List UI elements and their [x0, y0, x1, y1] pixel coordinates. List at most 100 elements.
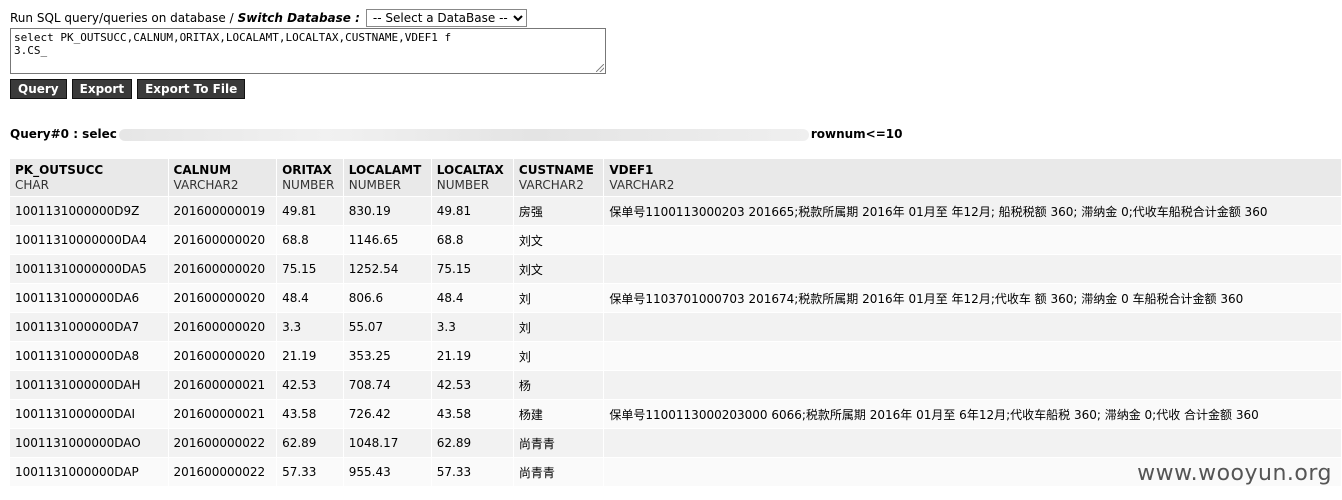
- table-cell: 1001131000000D9Z: [10, 196, 169, 226]
- table-cell: 保单号1100113000203 201665;税款所属期 2016年 01月至…: [603, 196, 1342, 226]
- table-cell: 刘: [513, 341, 605, 371]
- query-info: Query#0 : selec rownum<=10: [10, 127, 902, 141]
- results-table-body: 1001131000000D9Z 201600000019 49.81 830.…: [10, 196, 1342, 486]
- table-row: 1001131000000DA8 201600000020 21.19 353.…: [10, 341, 1342, 371]
- table-cell: 55.07: [343, 312, 432, 342]
- table-cell: 杨: [513, 370, 605, 400]
- table-cell: 21.19: [431, 341, 514, 371]
- watermark: www.wooyun.org: [1137, 461, 1332, 486]
- column-type: VARCHAR2: [518, 178, 584, 192]
- table-cell: 49.81: [276, 196, 344, 226]
- query-info-prefix: Query#0 : selec: [10, 127, 117, 141]
- column-name: ORITAX: [282, 163, 332, 177]
- table-cell: 保单号1103701000703 201674;税款所属期 2016年 01月至…: [603, 283, 1342, 313]
- table-cell: 1001131000000DAI: [10, 399, 169, 429]
- table-cell: 201600000020: [168, 312, 278, 342]
- table-cell: 42.53: [276, 370, 344, 400]
- header-bar: Run SQL query/queries on database / Swit…: [10, 9, 527, 27]
- table-cell: 42.53: [431, 370, 514, 400]
- export-to-file-button[interactable]: Export To File: [137, 79, 246, 99]
- table-cell: 201600000021: [168, 370, 278, 400]
- table-cell: 48.4: [431, 283, 514, 313]
- column-name: CUSTNAME: [518, 163, 594, 177]
- column-header: LOCALAMT NUMBER: [343, 159, 432, 197]
- table-cell: 1001131000000DA7: [10, 312, 169, 342]
- table-cell: 1146.65: [343, 225, 432, 255]
- page: Run SQL query/queries on database / Swit…: [0, 0, 1342, 500]
- table-cell: 1001131000000DA6: [10, 283, 169, 313]
- table-row: 10011310000000DA5 201600000020 75.15 125…: [10, 254, 1342, 284]
- column-type: VARCHAR2: [173, 178, 239, 192]
- column-name: LOCALAMT: [348, 163, 422, 177]
- table-row: 1001131000000DAI 201600000021 43.58 726.…: [10, 399, 1342, 429]
- export-button[interactable]: Export: [71, 79, 133, 99]
- table-row: 1001131000000DAH 201600000021 42.53 708.…: [10, 370, 1342, 400]
- table-cell: 62.89: [431, 428, 514, 458]
- table-cell: 3.3: [431, 312, 514, 342]
- column-type: CHAR: [15, 178, 49, 192]
- table-cell: 刘: [513, 283, 605, 313]
- table-cell: [603, 370, 1342, 400]
- table-cell: 201600000019: [168, 196, 278, 226]
- table-cell: 201600000022: [168, 457, 278, 486]
- column-header: CUSTNAME VARCHAR2: [513, 159, 605, 197]
- table-cell: 57.33: [431, 457, 514, 486]
- table-cell: 刘文: [513, 225, 605, 255]
- table-cell: 房强: [513, 196, 605, 226]
- table-cell: 43.58: [276, 399, 344, 429]
- query-button[interactable]: Query: [10, 79, 67, 99]
- table-cell: 75.15: [276, 254, 344, 284]
- table-cell: 57.33: [276, 457, 344, 486]
- sql-line-1: select PK_OUTSUCC,CALNUM,ORITAX,LOCALAMT…: [14, 31, 452, 44]
- results-table: PK_OUTSUCC CHAR CALNUM VARCHAR2 ORITAX NUMB…: [10, 159, 1342, 486]
- table-cell: 尚青青: [513, 457, 605, 486]
- table-cell: 68.8: [276, 225, 344, 255]
- table-cell: [603, 312, 1342, 342]
- query-info-suffix: rownum<=10: [810, 127, 903, 141]
- table-cell: 43.58: [431, 399, 514, 429]
- table-cell: 1048.17: [343, 428, 432, 458]
- column-header: PK_OUTSUCC CHAR: [10, 159, 169, 197]
- table-cell: 1001131000000DA8: [10, 341, 169, 371]
- column-type: NUMBER: [348, 178, 401, 192]
- table-cell: 201600000020: [168, 225, 278, 255]
- table-cell: [603, 225, 1342, 255]
- table-row: 1001131000000D9Z 201600000019 49.81 830.…: [10, 196, 1342, 226]
- table-row: 1001131000000DA6 201600000020 48.4 806.6…: [10, 283, 1342, 313]
- column-header: CALNUM VARCHAR2: [168, 159, 278, 197]
- table-cell: 1252.54: [343, 254, 432, 284]
- table-cell: 刘文: [513, 254, 605, 284]
- table-cell: 10011310000000DA5: [10, 254, 169, 284]
- table-cell: 尚青青: [513, 428, 605, 458]
- column-name: PK_OUTSUCC: [15, 163, 104, 177]
- action-toolbar: Query Export Export To File: [10, 79, 246, 99]
- column-name: LOCALTAX: [436, 163, 504, 177]
- table-row: 10011310000000DA4 201600000020 68.8 1146…: [10, 225, 1342, 255]
- table-cell: [603, 341, 1342, 371]
- table-cell: 刘: [513, 312, 605, 342]
- column-header: ORITAX NUMBER: [276, 159, 344, 197]
- table-cell: 201600000020: [168, 283, 278, 313]
- sql-query-textarea[interactable]: select PK_OUTSUCC,CALNUM,ORITAX,LOCALAMT…: [10, 28, 606, 74]
- table-row: 1001131000000DA7 201600000020 3.3 55.07 …: [10, 312, 1342, 342]
- switch-database-label: Switch Database :: [237, 11, 360, 25]
- table-cell: 21.19: [276, 341, 344, 371]
- column-header: VDEF1 VARCHAR2: [603, 159, 1342, 197]
- table-cell: 48.4: [276, 283, 344, 313]
- table-cell: 201600000022: [168, 428, 278, 458]
- table-cell: 201600000020: [168, 341, 278, 371]
- table-cell: 保单号1100113000203000 6066;税款所属期 2016年 01月…: [603, 399, 1342, 429]
- table-cell: 830.19: [343, 196, 432, 226]
- table-cell: 62.89: [276, 428, 344, 458]
- table-cell: 1001131000000DAP: [10, 457, 169, 486]
- column-header: LOCALTAX NUMBER: [431, 159, 514, 197]
- column-type: NUMBER: [282, 178, 335, 192]
- table-cell: 1001131000000DAH: [10, 370, 169, 400]
- database-select[interactable]: -- Select a DataBase --: [365, 9, 527, 27]
- sql-line-2: 3.CS_: [14, 44, 48, 57]
- table-cell: [603, 254, 1342, 284]
- table-cell: 708.74: [343, 370, 432, 400]
- resize-grip-icon[interactable]: [596, 64, 604, 72]
- table-cell: 49.81: [431, 196, 514, 226]
- table-cell: 10011310000000DA4: [10, 225, 169, 255]
